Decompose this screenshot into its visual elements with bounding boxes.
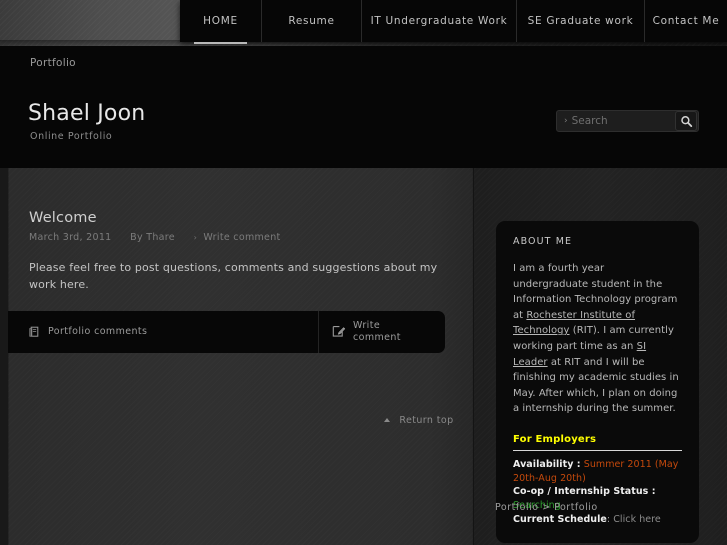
search-box[interactable]: › bbox=[556, 110, 699, 132]
nav-item-home-label: HOME bbox=[203, 15, 238, 27]
nav-item-se-graduate-work[interactable]: SE Graduate work bbox=[517, 0, 645, 42]
coop-status-key: Co-op / Internship Status : bbox=[513, 486, 656, 498]
post-body: Please feel free to post questions, comm… bbox=[29, 261, 438, 291]
for-employers-heading: For Employers bbox=[513, 433, 597, 445]
about-me-heading: ABOUT ME bbox=[513, 236, 573, 247]
nav-item-home[interactable]: HOME bbox=[180, 0, 262, 44]
about-me-text: I am a fourth year undergraduate student… bbox=[513, 261, 682, 417]
for-employers-divider bbox=[513, 449, 682, 451]
return-top-label: Return top bbox=[399, 415, 454, 426]
write-comment-label: Write comment bbox=[353, 320, 401, 343]
sidebar-about-widget: ABOUT ME I am a fourth year undergraduat… bbox=[496, 221, 699, 543]
site-header: Portfolio Shael Joon Online Portfolio › bbox=[0, 46, 727, 168]
availability-key: Availability : bbox=[513, 458, 581, 470]
write-comment-link[interactable]: Write comment bbox=[203, 232, 280, 243]
post-meta: March 3rd, 2011 By Thare › Write comment bbox=[29, 232, 449, 243]
post-article: Welcome March 3rd, 2011 By Thare › Write… bbox=[29, 210, 449, 304]
breadcrumb[interactable]: Portfolio bbox=[30, 57, 76, 69]
nav-item-contact-me-label: Contact Me bbox=[652, 15, 720, 27]
search-button[interactable] bbox=[675, 111, 697, 131]
edit-pencil-icon bbox=[332, 323, 346, 342]
comment-bar: Portfolio comments Write comment bbox=[8, 311, 445, 353]
left-margin-strip bbox=[0, 168, 8, 545]
page-root: HOME Resume IT Undergraduate Work SE Gra… bbox=[0, 0, 727, 545]
footer-breadcrumb[interactable]: Portfolio > Portfolio bbox=[495, 502, 598, 513]
current-schedule-link[interactable]: Click here bbox=[613, 514, 661, 525]
site-tagline: Online Portfolio bbox=[30, 131, 113, 142]
employer-row-current-schedule: Current Schedule: Click here bbox=[513, 513, 682, 527]
current-schedule-separator: : bbox=[606, 514, 611, 525]
return-top-link[interactable]: Return top bbox=[384, 415, 454, 426]
chevron-right-icon: › bbox=[193, 233, 198, 242]
nav-item-resume-label: Resume bbox=[288, 15, 335, 27]
post-date: March 3rd, 2011 bbox=[29, 232, 112, 243]
nav-item-it-undergraduate-work[interactable]: IT Undergraduate Work bbox=[362, 0, 517, 42]
search-input[interactable] bbox=[571, 115, 675, 127]
portfolio-comments-label: Portfolio comments bbox=[48, 326, 148, 338]
column-divider bbox=[473, 168, 474, 545]
post-title: Welcome bbox=[29, 210, 97, 226]
nav-item-se-graduate-work-label: SE Graduate work bbox=[527, 15, 634, 27]
current-schedule-key: Current Schedule bbox=[513, 514, 607, 525]
chevron-right-icon: › bbox=[564, 115, 568, 126]
post-author: By Thare bbox=[130, 232, 175, 243]
main-navigation: HOME Resume IT Undergraduate Work SE Gra… bbox=[180, 0, 727, 44]
write-comment-button[interactable]: Write comment bbox=[319, 311, 445, 353]
portfolio-comments-button[interactable]: Portfolio comments bbox=[8, 311, 319, 353]
page-title: Shael Joon bbox=[28, 101, 146, 126]
nav-item-it-undergraduate-work-label: IT Undergraduate Work bbox=[370, 15, 508, 27]
page-icon bbox=[29, 323, 40, 342]
nav-item-resume[interactable]: Resume bbox=[262, 0, 362, 42]
employer-row-availability: Availability : Summer 2011 (May 20th-Aug… bbox=[513, 458, 682, 486]
magnifier-icon bbox=[680, 115, 693, 128]
triangle-up-icon bbox=[384, 418, 390, 422]
nav-item-contact-me[interactable]: Contact Me bbox=[645, 0, 727, 42]
